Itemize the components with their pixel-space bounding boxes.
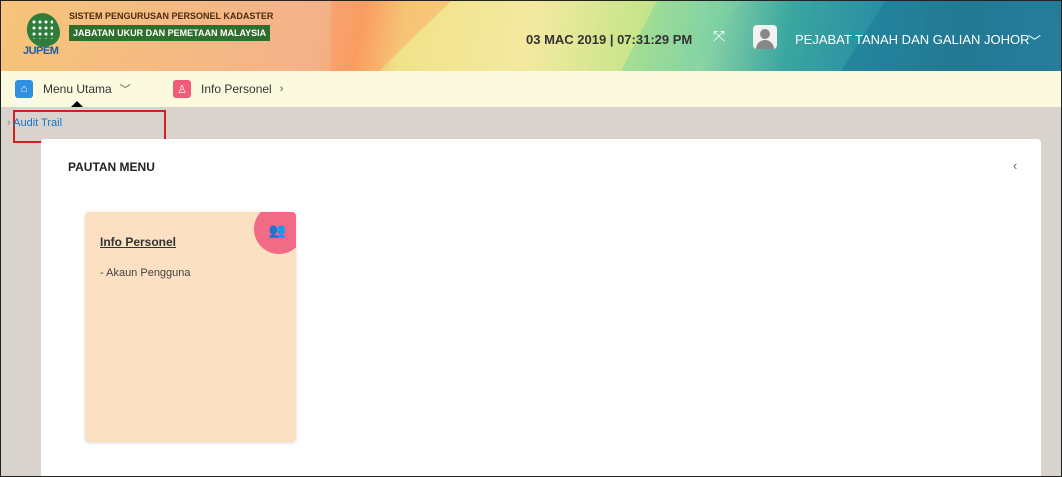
home-icon: ⌂ (15, 80, 33, 98)
chevron-down-icon: ﹀ (119, 84, 131, 96)
breadcrumb-audit-trail[interactable]: › Audit Trail (7, 117, 62, 129)
breadcrumb-chevron-icon: › (7, 117, 11, 129)
chevron-down-icon[interactable]: ﹀ (1028, 31, 1041, 50)
menu-card-info-personel: 👥 Info Personel - Akaun Pengguna (85, 212, 296, 442)
collapse-icon[interactable]: ‹ (1013, 158, 1017, 173)
logo-text: JUPEM (23, 45, 59, 57)
nav-item-label: Menu Utama (43, 82, 112, 96)
card-title-link[interactable]: Info Personel (100, 235, 176, 249)
datetime: 03 MAC 2019 | 07:31:29 PM (526, 32, 693, 47)
nav-bar: ⌂ Menu Utama ﹀ ♙ Info Personel › (1, 71, 1061, 107)
nav-item-menu-utama[interactable]: ⌂ Menu Utama ﹀ (15, 79, 131, 99)
user-avatar-icon[interactable] (753, 25, 777, 49)
panel-title: PAUTAN MENU (68, 160, 155, 174)
user-icon: ♙ (173, 80, 191, 98)
system-subtitle: JABATAN UKUR DAN PEMETAAN MALAYSIA (69, 25, 271, 41)
chevron-right-icon: › (279, 83, 284, 95)
office-name[interactable]: PEJABAT TANAH DAN GALIAN JOHOR (795, 32, 1030, 47)
nav-item-label: Info Personel (201, 82, 272, 96)
menu-caret-icon (71, 101, 83, 107)
nav-item-info-personel[interactable]: ♙ Info Personel › (173, 79, 283, 99)
card-link-akaun-pengguna[interactable]: - Akaun Pengguna (100, 267, 191, 279)
users-icon: 👥 (268, 222, 286, 238)
system-title: SISTEM PENGURUSAN PERSONEL KADASTER (69, 11, 274, 21)
expand-icon[interactable]: ⤧ (711, 29, 727, 45)
app-window: JUPEM SISTEM PENGURUSAN PERSONEL KADASTE… (0, 0, 1062, 477)
header: JUPEM SISTEM PENGURUSAN PERSONEL KADASTE… (1, 1, 1061, 71)
jupem-logo: JUPEM (22, 8, 65, 59)
breadcrumb-label: Audit Trail (13, 117, 63, 129)
content-panel: PAUTAN MENU ‹ 👥 Info Personel - Akaun Pe… (41, 139, 1041, 476)
